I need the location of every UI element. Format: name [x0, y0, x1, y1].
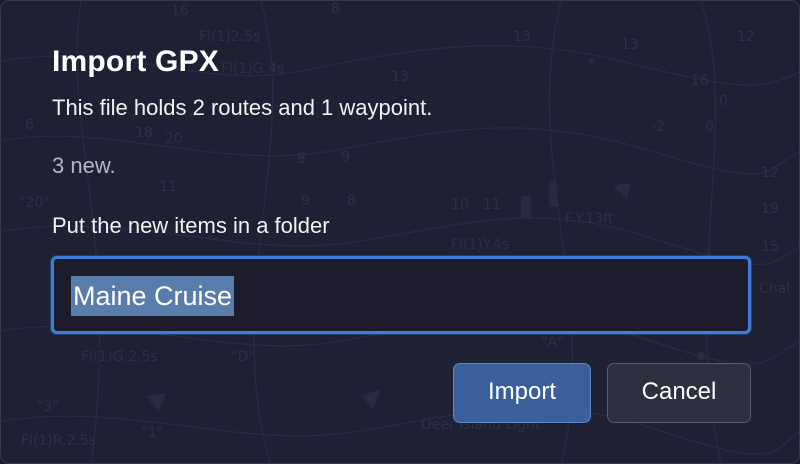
import-button[interactable]: Import	[453, 363, 591, 423]
dialog-content: Import GPX This file holds 2 routes and …	[1, 1, 799, 463]
cancel-button[interactable]: Cancel	[607, 363, 751, 423]
dialog-subtitle: This file holds 2 routes and 1 waypoint.	[52, 95, 433, 120]
new-items-count: 3 new.	[52, 153, 116, 178]
import-gpx-dialog: 16 Fl(1)2.5s 8 13 13 12 Fl(1)G.4s 13 16 …	[0, 0, 800, 464]
dialog-title: Import GPX	[52, 45, 220, 78]
folder-name-input[interactable]: Maine Cruise	[51, 256, 751, 334]
folder-name-value: Maine Cruise	[71, 276, 235, 316]
folder-field-label: Put the new items in a folder	[52, 213, 330, 238]
